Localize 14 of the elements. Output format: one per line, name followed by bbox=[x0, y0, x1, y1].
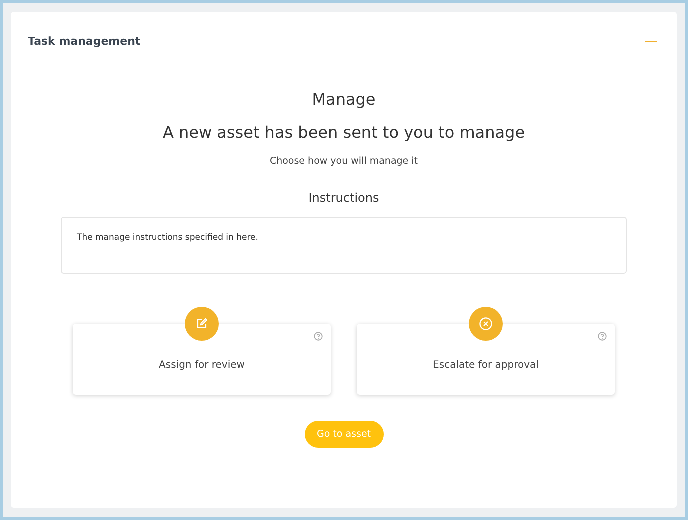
headline: A new asset has been sent to you to manage bbox=[162, 123, 526, 142]
option-card[interactable]: Assign for review bbox=[73, 324, 331, 395]
option-label: Assign for review bbox=[159, 360, 245, 371]
option-label: Escalate for approval bbox=[433, 360, 539, 371]
edit-icon bbox=[196, 318, 208, 330]
panel-title: Task management bbox=[28, 34, 141, 48]
cancel-icon bbox=[479, 317, 493, 331]
page-heading: Manage bbox=[312, 90, 376, 109]
instructions-text: The manage instructions specified in here. bbox=[77, 233, 258, 243]
subtitle: Choose how you will manage it bbox=[270, 156, 418, 167]
help-icon[interactable] bbox=[314, 332, 323, 341]
instructions-label: Instructions bbox=[308, 191, 380, 205]
option-card[interactable]: Escalate for approval bbox=[357, 324, 615, 395]
help-icon[interactable] bbox=[598, 332, 607, 341]
